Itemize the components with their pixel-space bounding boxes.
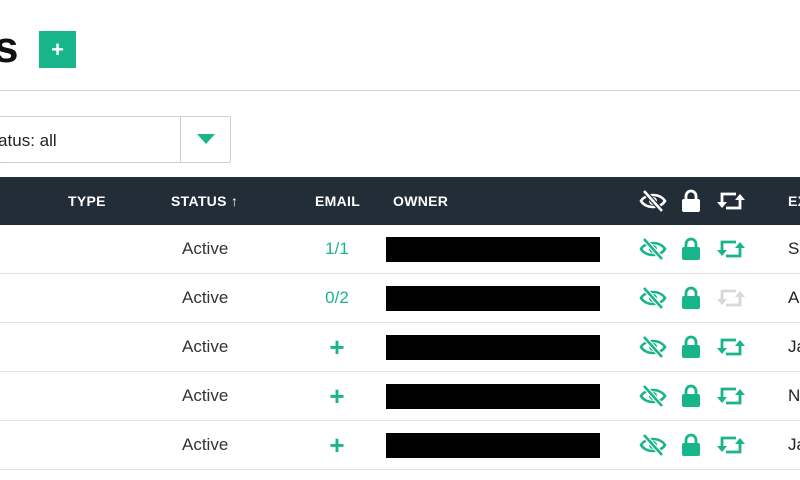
status-cell: Active bbox=[182, 239, 229, 258]
retweet-icon[interactable] bbox=[717, 237, 745, 261]
expiry-cell: Se bbox=[788, 239, 800, 258]
lock-icon[interactable] bbox=[677, 335, 705, 359]
table-row[interactable]: Active 0/2 A bbox=[0, 274, 800, 323]
column-header-owner[interactable]: OWNER bbox=[393, 177, 448, 225]
expiry-cell: Ja bbox=[788, 337, 800, 356]
lock-icon[interactable] bbox=[677, 433, 705, 457]
retweet-icon[interactable] bbox=[717, 189, 745, 213]
table-header: TYPE STATUS ↑ EMAIL OWNER E bbox=[0, 177, 800, 225]
table-row[interactable]: Active + Ja bbox=[0, 421, 800, 470]
retweet-icon[interactable] bbox=[717, 433, 745, 457]
expiry-cell: A bbox=[788, 288, 800, 307]
status-filter-label: Status: all bbox=[0, 131, 57, 150]
status-filter-select[interactable]: Status: all bbox=[0, 116, 231, 163]
owner-cell-redacted bbox=[386, 286, 600, 311]
add-email-button[interactable]: + bbox=[303, 372, 371, 420]
column-header-type[interactable]: TYPE bbox=[68, 177, 106, 225]
owner-cell-redacted bbox=[386, 335, 600, 360]
status-cell: Active bbox=[182, 386, 229, 405]
add-email-button[interactable]: + bbox=[303, 323, 371, 371]
chevron-down-icon bbox=[196, 134, 215, 144]
eye-slash-icon[interactable] bbox=[639, 433, 667, 457]
table-row[interactable]: Active + Ja bbox=[0, 323, 800, 372]
retweet-icon[interactable] bbox=[717, 335, 745, 359]
column-header-status[interactable]: STATUS ↑ bbox=[171, 177, 238, 225]
eye-slash-icon[interactable] bbox=[639, 286, 667, 310]
owner-cell-redacted bbox=[386, 384, 600, 409]
eye-slash-icon[interactable] bbox=[639, 384, 667, 408]
domains-page: s + Status: all TYPE STATUS ↑ EMAIL OWNE… bbox=[0, 0, 800, 480]
email-count[interactable]: 0/2 bbox=[303, 274, 371, 322]
filter-dropdown-toggle[interactable] bbox=[180, 117, 230, 162]
owner-cell-redacted bbox=[386, 237, 600, 262]
status-cell: Active bbox=[182, 337, 229, 356]
owner-cell-redacted bbox=[386, 433, 600, 458]
status-cell: Active bbox=[182, 288, 229, 307]
eye-slash-icon[interactable] bbox=[639, 335, 667, 359]
eye-slash-icon[interactable] bbox=[639, 189, 667, 213]
expiry-cell: Ja bbox=[788, 435, 800, 454]
lock-icon[interactable] bbox=[677, 384, 705, 408]
lock-icon[interactable] bbox=[677, 286, 705, 310]
retweet-icon[interactable] bbox=[717, 286, 745, 310]
table-row[interactable]: Active 1/1 Se bbox=[0, 225, 800, 274]
divider bbox=[0, 90, 800, 91]
lock-icon[interactable] bbox=[677, 237, 705, 261]
expiry-cell: N bbox=[788, 386, 800, 405]
add-email-button[interactable]: + bbox=[303, 421, 371, 469]
email-count[interactable]: 1/1 bbox=[303, 225, 371, 273]
retweet-icon[interactable] bbox=[717, 384, 745, 408]
add-button[interactable]: + bbox=[39, 31, 76, 68]
page-title: s bbox=[0, 23, 19, 72]
status-cell: Active bbox=[182, 435, 229, 454]
column-header-email[interactable]: EMAIL bbox=[315, 177, 360, 225]
column-header-expiry[interactable]: EX bbox=[788, 177, 800, 225]
lock-icon[interactable] bbox=[677, 189, 705, 213]
table-row[interactable]: Active + N bbox=[0, 372, 800, 421]
eye-slash-icon[interactable] bbox=[639, 237, 667, 261]
